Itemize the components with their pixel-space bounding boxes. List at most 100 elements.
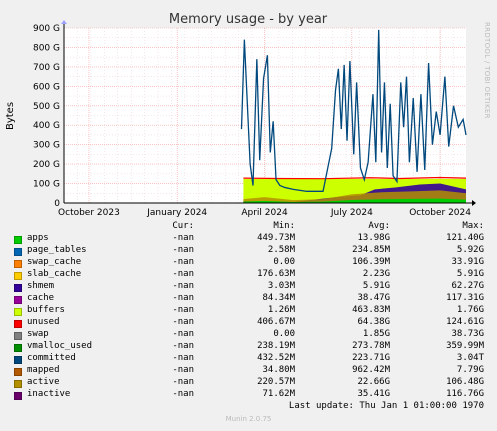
legend-min: 238.19M xyxy=(257,341,295,351)
legend-swatch xyxy=(14,308,22,316)
legend-avg: 38.47G xyxy=(357,293,390,303)
legend-swatch xyxy=(14,260,22,268)
legend-min: 220.57M xyxy=(257,377,295,387)
legend-max: 117.31G xyxy=(446,293,484,303)
legend-avg: 463.83M xyxy=(352,305,390,315)
legend-max: 62.27G xyxy=(451,281,484,291)
legend-cur: -nan xyxy=(172,341,194,351)
legend-swatch xyxy=(14,356,22,364)
legend-name: apps xyxy=(27,233,49,243)
legend: Cur: Min: Avg: Max: apps -nan 449.73M 13.98… xyxy=(0,221,497,401)
legend-cur: -nan xyxy=(172,353,194,363)
legend-swatch xyxy=(14,332,22,340)
legend-cur: -nan xyxy=(172,269,194,279)
y-tick-label: 100 G xyxy=(33,180,60,190)
legend-max: 33.91G xyxy=(451,257,484,267)
legend-min: 1.26M xyxy=(267,305,295,315)
legend-max: 359.99M xyxy=(446,341,484,351)
y-tick-label: 600 G xyxy=(33,82,60,92)
legend-avg: 223.71G xyxy=(352,353,390,363)
legend-swatch xyxy=(14,236,22,244)
legend-max: 7.79G xyxy=(456,365,484,375)
legend-min: 3.03M xyxy=(267,281,295,291)
legend-min: 449.73M xyxy=(257,233,295,243)
y-tick-label: 700 G xyxy=(33,63,60,73)
legend-max: 116.76G xyxy=(446,389,484,399)
legend-max: 121.40G xyxy=(446,233,484,243)
legend-name: buffers xyxy=(27,305,65,315)
rrdtool-credit: RRDTOOL / TOBI OETIKER xyxy=(483,22,491,119)
legend-header-min: Min: xyxy=(273,221,295,231)
x-tick-label: October 2024 xyxy=(409,208,471,218)
legend-max: 5.92G xyxy=(456,245,484,255)
legend-swatch xyxy=(14,272,22,280)
legend-avg: 106.39M xyxy=(352,257,390,267)
legend-max: 38.73G xyxy=(451,329,484,339)
legend-row-inactive: inactive -nan 71.62M 35.41G 116.76G xyxy=(0,389,497,401)
legend-avg: 962.42M xyxy=(352,365,390,375)
legend-cur: -nan xyxy=(172,317,194,327)
legend-avg: 2.23G xyxy=(362,269,390,279)
x-tick-label: April 2024 xyxy=(241,208,288,218)
legend-max: 3.04T xyxy=(456,353,484,363)
legend-swatch xyxy=(14,320,22,328)
legend-min: 0.00 xyxy=(273,257,295,267)
legend-name: active xyxy=(27,377,60,387)
x-tick-label: October 2023 xyxy=(58,208,120,218)
y-tick-label: 500 G xyxy=(33,102,60,112)
x-tick-label: January 2024 xyxy=(146,208,207,218)
legend-avg: 234.85M xyxy=(352,245,390,255)
legend-min: 84.34M xyxy=(262,293,295,303)
legend-max: 1.76G xyxy=(456,305,484,315)
y-tick-label: 400 G xyxy=(33,121,60,131)
legend-row-cache: cache -nan 84.34M 38.47G 117.31G xyxy=(0,293,497,305)
y-tick-label: 200 G xyxy=(33,160,60,170)
y-axis-label: Bytes xyxy=(5,102,16,130)
legend-row-swap-cache: swap_cache -nan 0.00 106.39M 33.91G xyxy=(0,257,497,269)
legend-cur: -nan xyxy=(172,293,194,303)
legend-swatch xyxy=(14,296,22,304)
legend-min: 0.00 xyxy=(273,329,295,339)
legend-row-active: active -nan 220.57M 22.66G 106.48G xyxy=(0,377,497,389)
legend-avg: 13.98G xyxy=(357,233,390,243)
legend-row-mapped: mapped -nan 34.80M 962.42M 7.79G xyxy=(0,365,497,377)
y-tick-label: 0 xyxy=(54,199,60,209)
y-tick-label: 900 G xyxy=(33,24,60,34)
legend-swatch xyxy=(14,248,22,256)
legend-name: mapped xyxy=(27,365,60,375)
legend-cur: -nan xyxy=(172,365,194,375)
legend-cur: -nan xyxy=(172,281,194,291)
y-tick-label: 800 G xyxy=(33,43,60,53)
legend-row-buffers: buffers -nan 1.26M 463.83M 1.76G xyxy=(0,305,497,317)
legend-name: vmalloc_used xyxy=(27,341,93,351)
legend-name: slab_cache xyxy=(27,269,82,279)
legend-header-cur: Cur: xyxy=(172,221,194,231)
legend-avg: 1.85G xyxy=(362,329,390,339)
legend-swatch xyxy=(14,392,22,400)
legend-row-apps: apps -nan 449.73M 13.98G 121.40G xyxy=(0,233,497,245)
legend-name: swap_cache xyxy=(27,257,82,267)
legend-row-page-tables: page_tables -nan 2.58M 234.85M 5.92G xyxy=(0,245,497,257)
last-update: Last update: Thu Jan 1 01:00:00 1970 xyxy=(288,401,484,411)
legend-row-shmem: shmem -nan 3.03M 5.91G 62.27G xyxy=(0,281,497,293)
legend-row-committed: committed -nan 432.52M 223.71G 3.04T xyxy=(0,353,497,365)
legend-cur: -nan xyxy=(172,377,194,387)
legend-header: Cur: Min: Avg: Max: xyxy=(0,221,497,233)
legend-cur: -nan xyxy=(172,389,194,399)
legend-min: 176.63M xyxy=(257,269,295,279)
legend-avg: 5.91G xyxy=(362,281,390,291)
legend-min: 34.80M xyxy=(262,365,295,375)
chart-title: Memory usage - by year xyxy=(169,12,328,27)
legend-swatch xyxy=(14,380,22,388)
legend-name: committed xyxy=(27,353,76,363)
legend-row-vmalloc-used: vmalloc_used -nan 238.19M 273.78M 359.99M xyxy=(0,341,497,353)
legend-name: swap xyxy=(27,329,49,339)
legend-row-unused: unused -nan 406.67M 64.38G 124.61G xyxy=(0,317,497,329)
y-tick-label: 300 G xyxy=(33,141,60,151)
legend-max: 106.48G xyxy=(446,377,484,387)
legend-min: 71.62M xyxy=(262,389,295,399)
legend-header-max: Max: xyxy=(462,221,484,231)
legend-avg: 273.78M xyxy=(352,341,390,351)
x-tick-label: July 2024 xyxy=(330,208,373,218)
legend-row-swap: swap -nan 0.00 1.85G 38.73G xyxy=(0,329,497,341)
